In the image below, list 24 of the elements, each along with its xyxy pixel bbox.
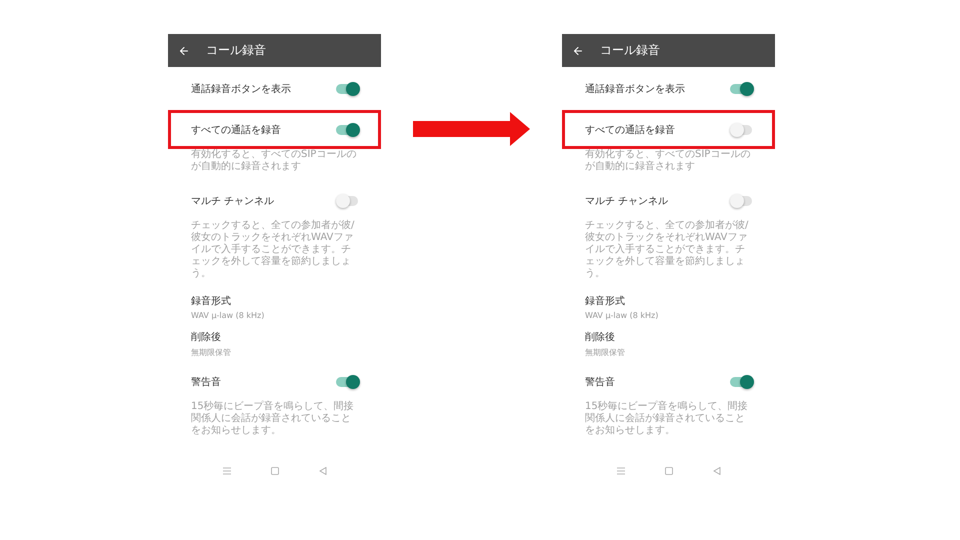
setting-title: 警告音 [585,376,615,388]
setting-value: 無期限保管 [190,347,232,359]
setting-description: 15秒毎にビープ音を鳴らして、間接関係人に会話が録音されていることをお知らせします。 [190,401,355,437]
setting-title: マルチ チャンネル [191,194,274,208]
screen-title: コール録音 [206,42,266,59]
setting-description: 有効化すると、すべてのSIPコールのが自動的に録音されます [584,149,752,173]
setting-title: 通話録音ボタンを表示 [585,82,685,96]
setting-title: すべての通話を録音 [585,124,675,136]
setting-title: 録音形式 [190,294,232,309]
setting-value: WAV µ-law (8 kHz) [584,311,660,322]
setting-description: チェックすると、全ての参加者が彼/彼女のトラックをそれぞれWAVファイルで入手することができます。チェックを外して容量を節約しましょう。 [584,220,750,280]
setting-title: 削除後 [190,330,222,345]
setting-title: マルチ チャンネル [585,194,668,208]
setting-title: 削除後 [584,330,616,345]
setting-title: すべての通話を録音 [191,124,281,136]
setting-description: 有効化すると、すべてのSIPコールのが自動的に録音されます [190,149,358,173]
setting-value: WAV µ-law (8 kHz) [190,311,266,322]
setting-description: チェックすると、全ての参加者が彼/彼女のトラックをそれぞれWAVファイルで入手することができます。チェックを外して容量を節約しましょう。 [190,220,356,280]
setting-title: 通話録音ボタンを表示 [191,82,291,96]
setting-title: 警告音 [191,376,221,388]
setting-description: 15秒毎にビープ音を鳴らして、間接関係人に会話が録音されていることをお知らせします。 [584,401,749,437]
setting-value: 無期限保管 [584,347,626,359]
screen-title: コール録音 [600,42,660,59]
setting-title: 録音形式 [584,294,626,309]
